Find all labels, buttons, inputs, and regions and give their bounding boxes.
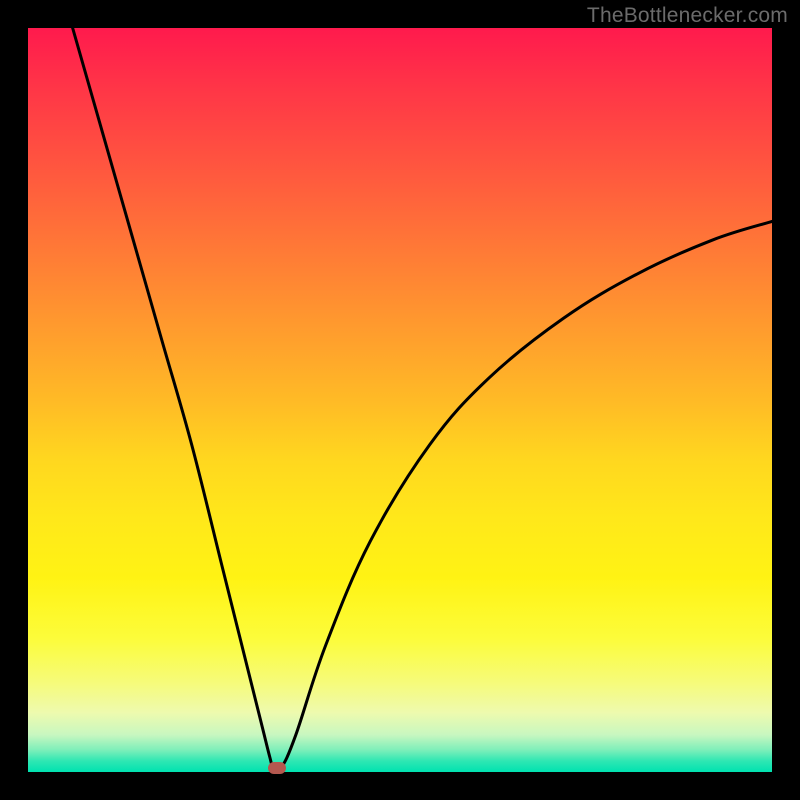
optimal-point-marker [268,762,286,774]
watermark-text: TheBottlenecker.com [587,4,788,28]
bottleneck-curve-path [73,28,772,771]
chart-frame: TheBottlenecker.com [0,0,800,800]
curve-svg [28,28,772,772]
plot-area [28,28,772,772]
